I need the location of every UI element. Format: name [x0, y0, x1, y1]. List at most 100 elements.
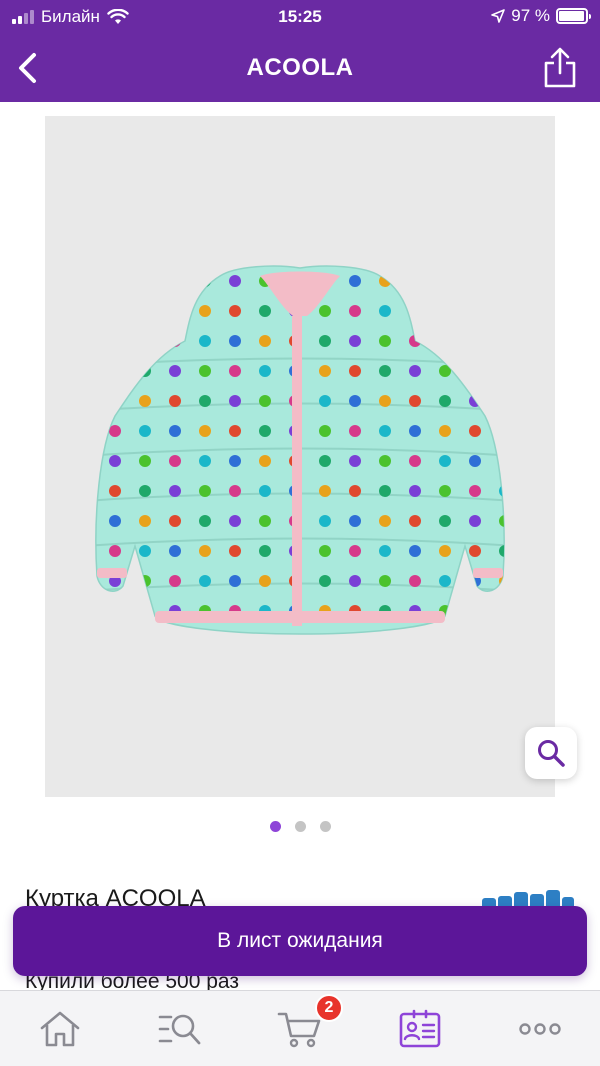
- polka-dot: [379, 545, 391, 557]
- polka-dot: [109, 515, 121, 527]
- polka-dot: [499, 455, 505, 467]
- polka-dot: [319, 425, 331, 437]
- polka-dot: [229, 515, 241, 527]
- polka-dot: [439, 455, 451, 467]
- polka-dot: [379, 275, 391, 287]
- tab-profile[interactable]: [395, 1007, 445, 1051]
- polka-dot: [319, 515, 331, 527]
- polka-dot: [259, 395, 271, 407]
- nav-bar: ACOOLA: [0, 34, 600, 102]
- polka-dot: [259, 545, 271, 557]
- polka-dot: [229, 365, 241, 377]
- polka-dot: [139, 575, 151, 587]
- polka-dot: [229, 335, 241, 347]
- carousel-dot[interactable]: [294, 821, 306, 832]
- polka-dot: [229, 485, 241, 497]
- share-button[interactable]: [540, 46, 580, 90]
- tab-home[interactable]: [35, 1007, 85, 1051]
- polka-dot: [139, 305, 151, 317]
- polka-dot: [409, 575, 421, 587]
- waitlist-button[interactable]: В лист ожидания: [13, 906, 587, 976]
- polka-dot: [409, 545, 421, 557]
- polka-dot: [109, 335, 121, 347]
- polka-dot: [169, 425, 181, 437]
- polka-dot: [229, 575, 241, 587]
- polka-dot: [109, 425, 121, 437]
- polka-dot: [319, 395, 331, 407]
- polka-dot: [379, 395, 391, 407]
- polka-dot: [469, 545, 481, 557]
- polka-dot: [139, 485, 151, 497]
- carousel-indicator[interactable]: [0, 821, 600, 832]
- polka-dot: [409, 365, 421, 377]
- product-photo: [95, 265, 505, 635]
- polka-dot: [379, 305, 391, 317]
- polka-dot: [499, 395, 505, 407]
- polka-dot: [229, 455, 241, 467]
- polka-dot: [259, 485, 271, 497]
- polka-dot: [319, 575, 331, 587]
- zoom-button[interactable]: [525, 727, 577, 779]
- polka-dot: [469, 275, 481, 287]
- polka-dot: [379, 575, 391, 587]
- polka-dot: [139, 545, 151, 557]
- polka-dot: [169, 365, 181, 377]
- polka-dot: [169, 335, 181, 347]
- polka-dot: [109, 485, 121, 497]
- polka-dot: [499, 485, 505, 497]
- tab-more[interactable]: [515, 1007, 565, 1051]
- polka-dot: [409, 275, 421, 287]
- polka-dot: [229, 545, 241, 557]
- tab-bar: [0, 990, 600, 1066]
- share-icon: [544, 47, 576, 88]
- polka-dot: [169, 395, 181, 407]
- polka-dot: [139, 395, 151, 407]
- carousel-dot[interactable]: [269, 821, 281, 832]
- polka-dot: [109, 455, 121, 467]
- polka-dot: [259, 305, 271, 317]
- polka-dot: [349, 545, 361, 557]
- polka-dot: [469, 305, 481, 317]
- polka-dot: [199, 485, 211, 497]
- polka-dot: [109, 305, 121, 317]
- polka-dot: [439, 305, 451, 317]
- carousel-dot[interactable]: [319, 821, 331, 832]
- waitlist-button-label: В лист ожидания: [217, 929, 383, 952]
- polka-dot: [139, 455, 151, 467]
- profile-card-icon: [399, 1009, 441, 1048]
- polka-dot: [199, 305, 211, 317]
- product-image[interactable]: [45, 116, 555, 797]
- polka-dot: [409, 515, 421, 527]
- home-icon: [40, 1011, 80, 1047]
- polka-dot: [169, 545, 181, 557]
- tab-search[interactable]: [155, 1007, 205, 1051]
- more-icon: [519, 1023, 561, 1035]
- polka-dot: [349, 575, 361, 587]
- polka-dot: [379, 485, 391, 497]
- polka-dot: [259, 455, 271, 467]
- polka-dot: [379, 425, 391, 437]
- polka-dot: [319, 485, 331, 497]
- polka-dot: [349, 305, 361, 317]
- polka-dot: [499, 605, 505, 617]
- page-title: ACOOLA: [246, 54, 354, 81]
- polka-dot: [469, 485, 481, 497]
- polka-dot: [439, 545, 451, 557]
- search-icon: [158, 1014, 201, 1045]
- polka-dot: [379, 455, 391, 467]
- polka-dot: [199, 425, 211, 437]
- polka-dot: [439, 275, 451, 287]
- polka-dot: [319, 335, 331, 347]
- polka-dot: [439, 575, 451, 587]
- polka-dot: [259, 515, 271, 527]
- polka-dot: [229, 425, 241, 437]
- polka-dot: [439, 395, 451, 407]
- polka-dot: [319, 365, 331, 377]
- polka-dot: [169, 515, 181, 527]
- polka-dot: [499, 545, 505, 557]
- battery-percent: 97 %: [511, 6, 550, 25]
- polka-dot: [139, 275, 151, 287]
- polka-dot: [499, 305, 505, 317]
- polka-dot: [349, 395, 361, 407]
- polka-dot: [469, 335, 481, 347]
